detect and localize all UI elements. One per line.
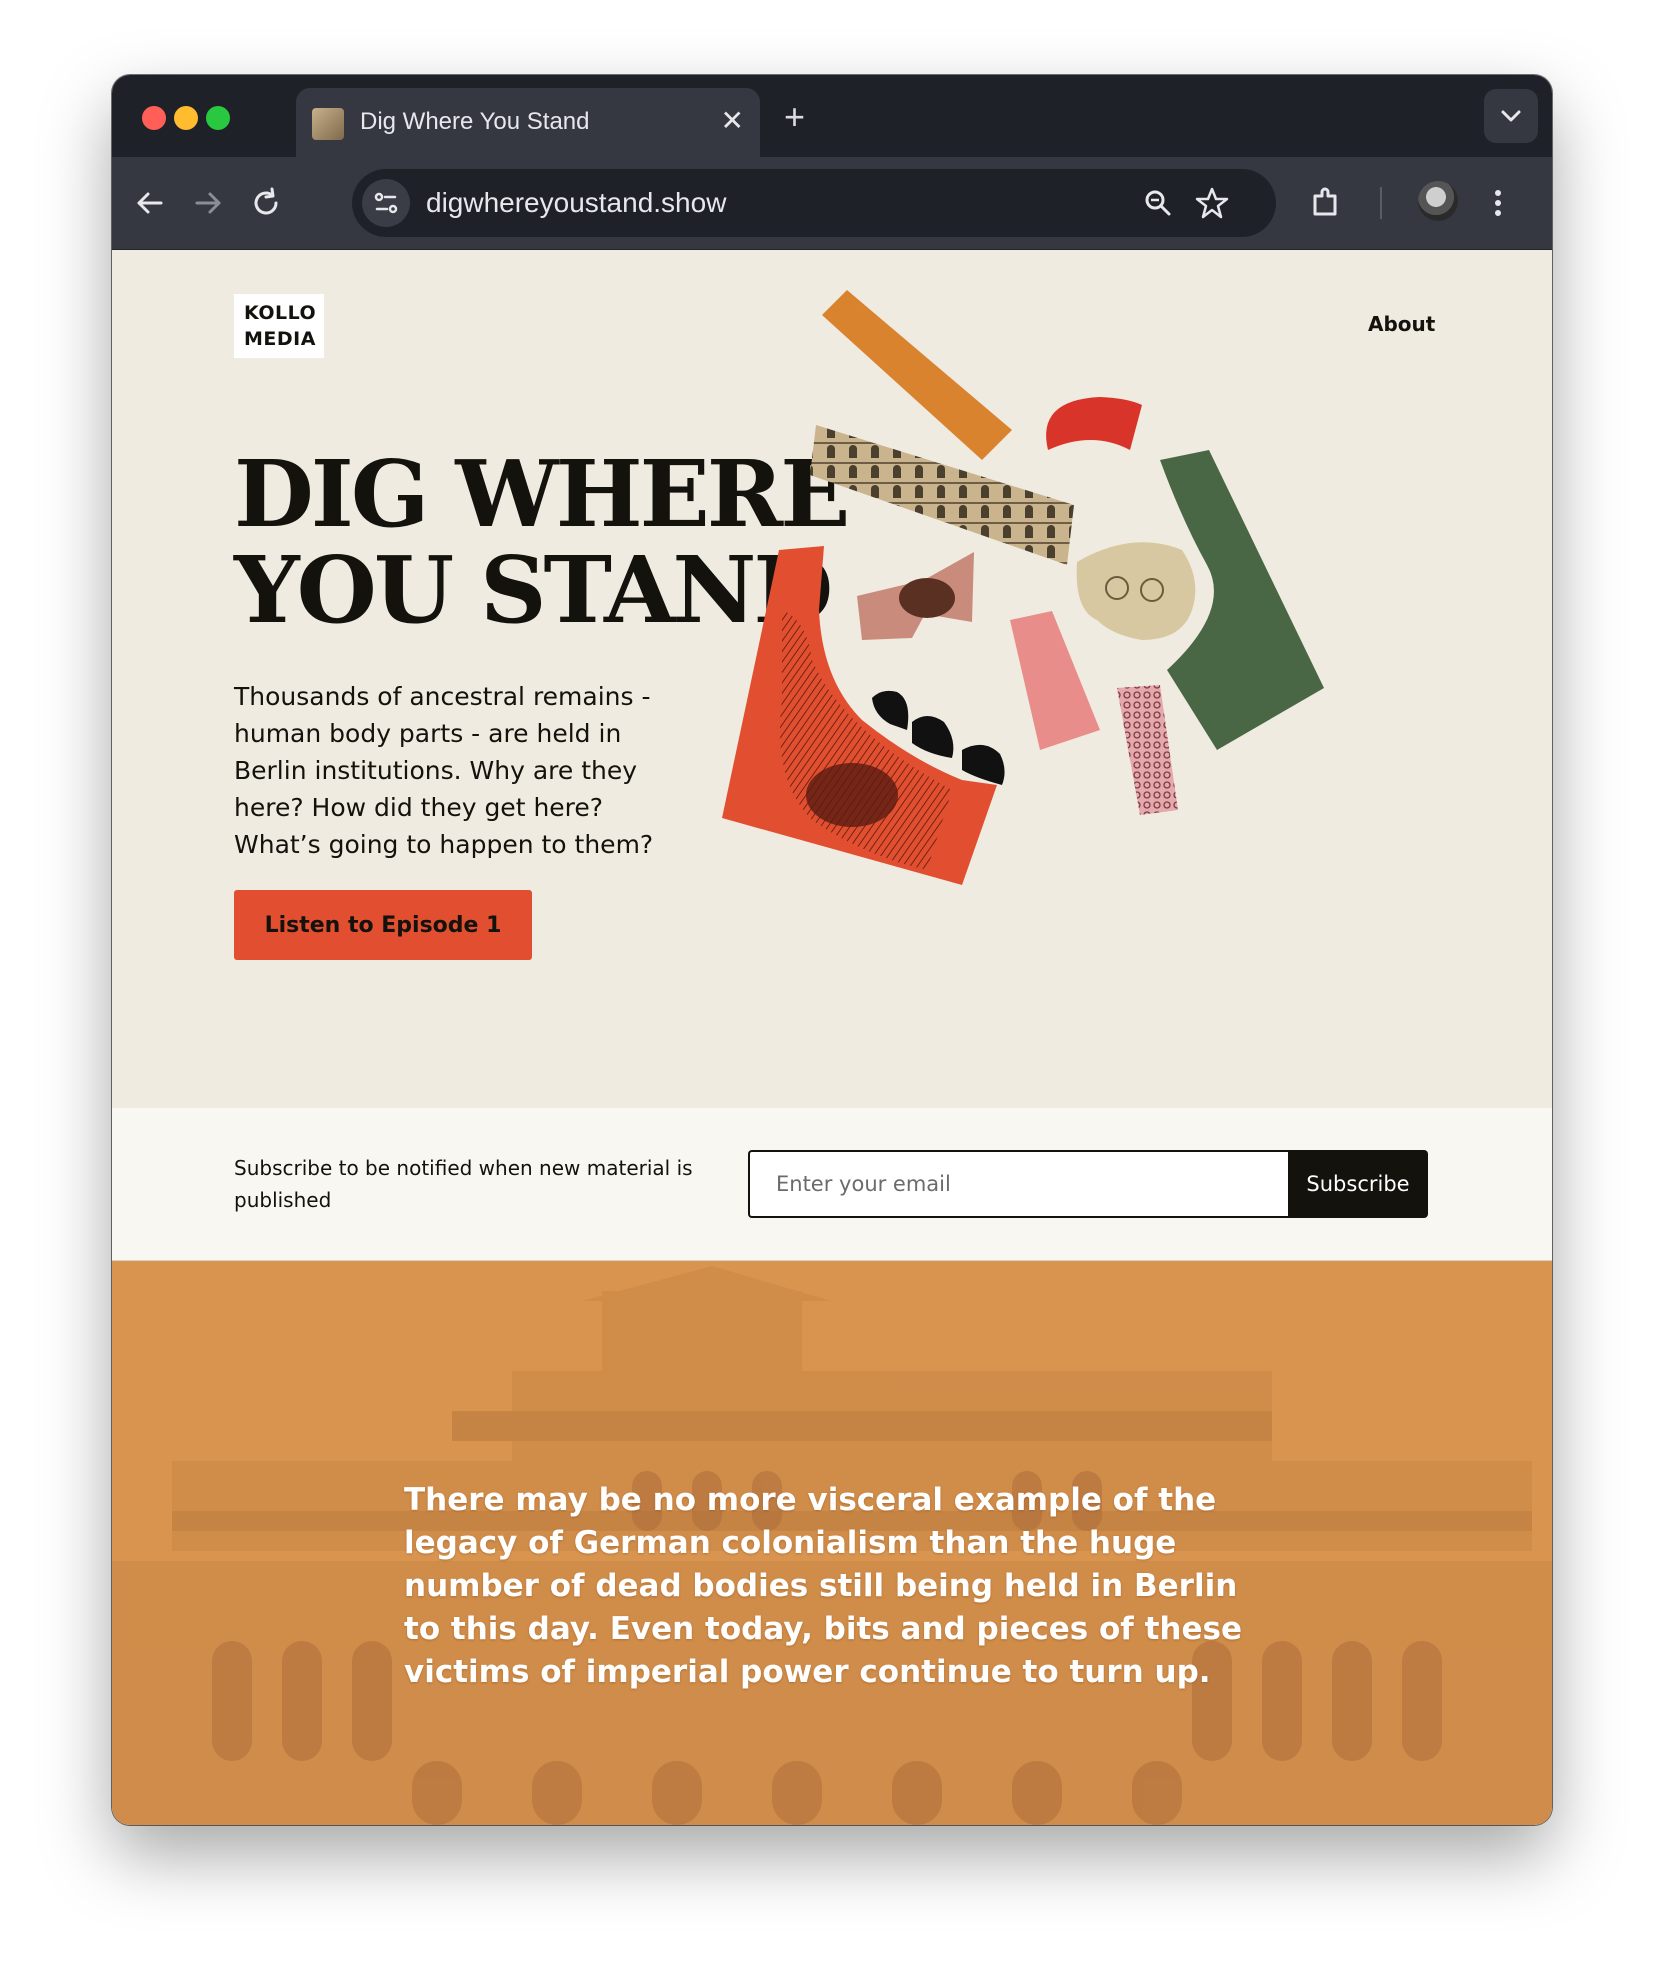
zoom-icon[interactable] — [1138, 183, 1178, 223]
collage-portrait-woman-face — [899, 578, 955, 618]
email-input[interactable] — [748, 1150, 1288, 1218]
collage-tentacle-strip — [1117, 685, 1178, 815]
address-bar[interactable]: digwhereyoustand.show — [352, 169, 1276, 237]
forward-arrow-icon[interactable] — [184, 179, 232, 227]
maximize-window-button[interactable] — [206, 106, 230, 130]
subscribe-text: Subscribe to be notified when new materi… — [234, 1156, 693, 1212]
tab-title: Dig Where You Stand — [360, 108, 590, 135]
subscribe-section: Subscribe to be notified when new materi… — [112, 1108, 1552, 1261]
quote-section: There may be no more visceral example of… — [112, 1261, 1552, 1825]
kollo-media-logo[interactable]: KOLLO MEDIA — [234, 294, 324, 358]
tab-strip: Dig Where You Stand ✕ + — [112, 75, 1552, 157]
bookmark-star-icon[interactable] — [1192, 183, 1232, 223]
profile-avatar[interactable] — [1418, 181, 1458, 221]
toolbar-separator — [1380, 187, 1382, 219]
subscribe-button[interactable]: Subscribe — [1288, 1150, 1428, 1218]
hero-description: Thousands of ancestral remains - human b… — [234, 682, 654, 859]
site-settings-icon — [374, 192, 398, 214]
quote-text: There may be no more visceral example of… — [404, 1482, 1242, 1690]
new-tab-button[interactable]: + — [784, 97, 805, 137]
minimize-window-button[interactable] — [174, 106, 198, 130]
extensions-icon[interactable] — [1302, 179, 1350, 227]
site-settings-button[interactable] — [362, 179, 410, 227]
tab-favicon — [312, 108, 344, 140]
collage-building-strip — [810, 425, 1074, 565]
more-menu-icon[interactable] — [1474, 179, 1522, 227]
hero-collage-illustration — [722, 290, 1324, 885]
collage-tooth-1 — [872, 690, 909, 730]
browser-window: Dig Where You Stand ✕ + digwhereyoustand… — [112, 75, 1552, 1825]
close-window-button[interactable] — [142, 106, 166, 130]
collage-red-arc — [1046, 397, 1142, 450]
url-text[interactable]: digwhereyoustand.show — [426, 187, 726, 219]
collage-orange-bar — [822, 290, 1012, 460]
logo-line-1: KOLLO — [244, 302, 317, 324]
collage-tooth-3 — [962, 744, 1005, 785]
collage-pink-shape — [1010, 611, 1100, 750]
chevron-down-icon — [1501, 110, 1521, 122]
tab-search-button[interactable] — [1484, 89, 1538, 143]
browser-toolbar: digwhereyoustand.show — [112, 157, 1552, 250]
collage-tooth-2 — [912, 716, 954, 758]
reload-icon[interactable] — [242, 179, 290, 227]
web-page: KOLLO MEDIA About DIG WHERE YOU STAND Th… — [112, 250, 1552, 1825]
listen-episode-button[interactable]: Listen to Episode 1 — [234, 890, 532, 960]
logo-line-2: MEDIA — [244, 328, 316, 350]
collage-skull-eye-socket — [806, 763, 898, 827]
tab-close-icon[interactable]: ✕ — [721, 104, 744, 138]
back-arrow-icon[interactable] — [126, 179, 174, 227]
browser-tab[interactable]: Dig Where You Stand ✕ — [296, 88, 760, 157]
collage-portrait-man — [1076, 542, 1196, 640]
